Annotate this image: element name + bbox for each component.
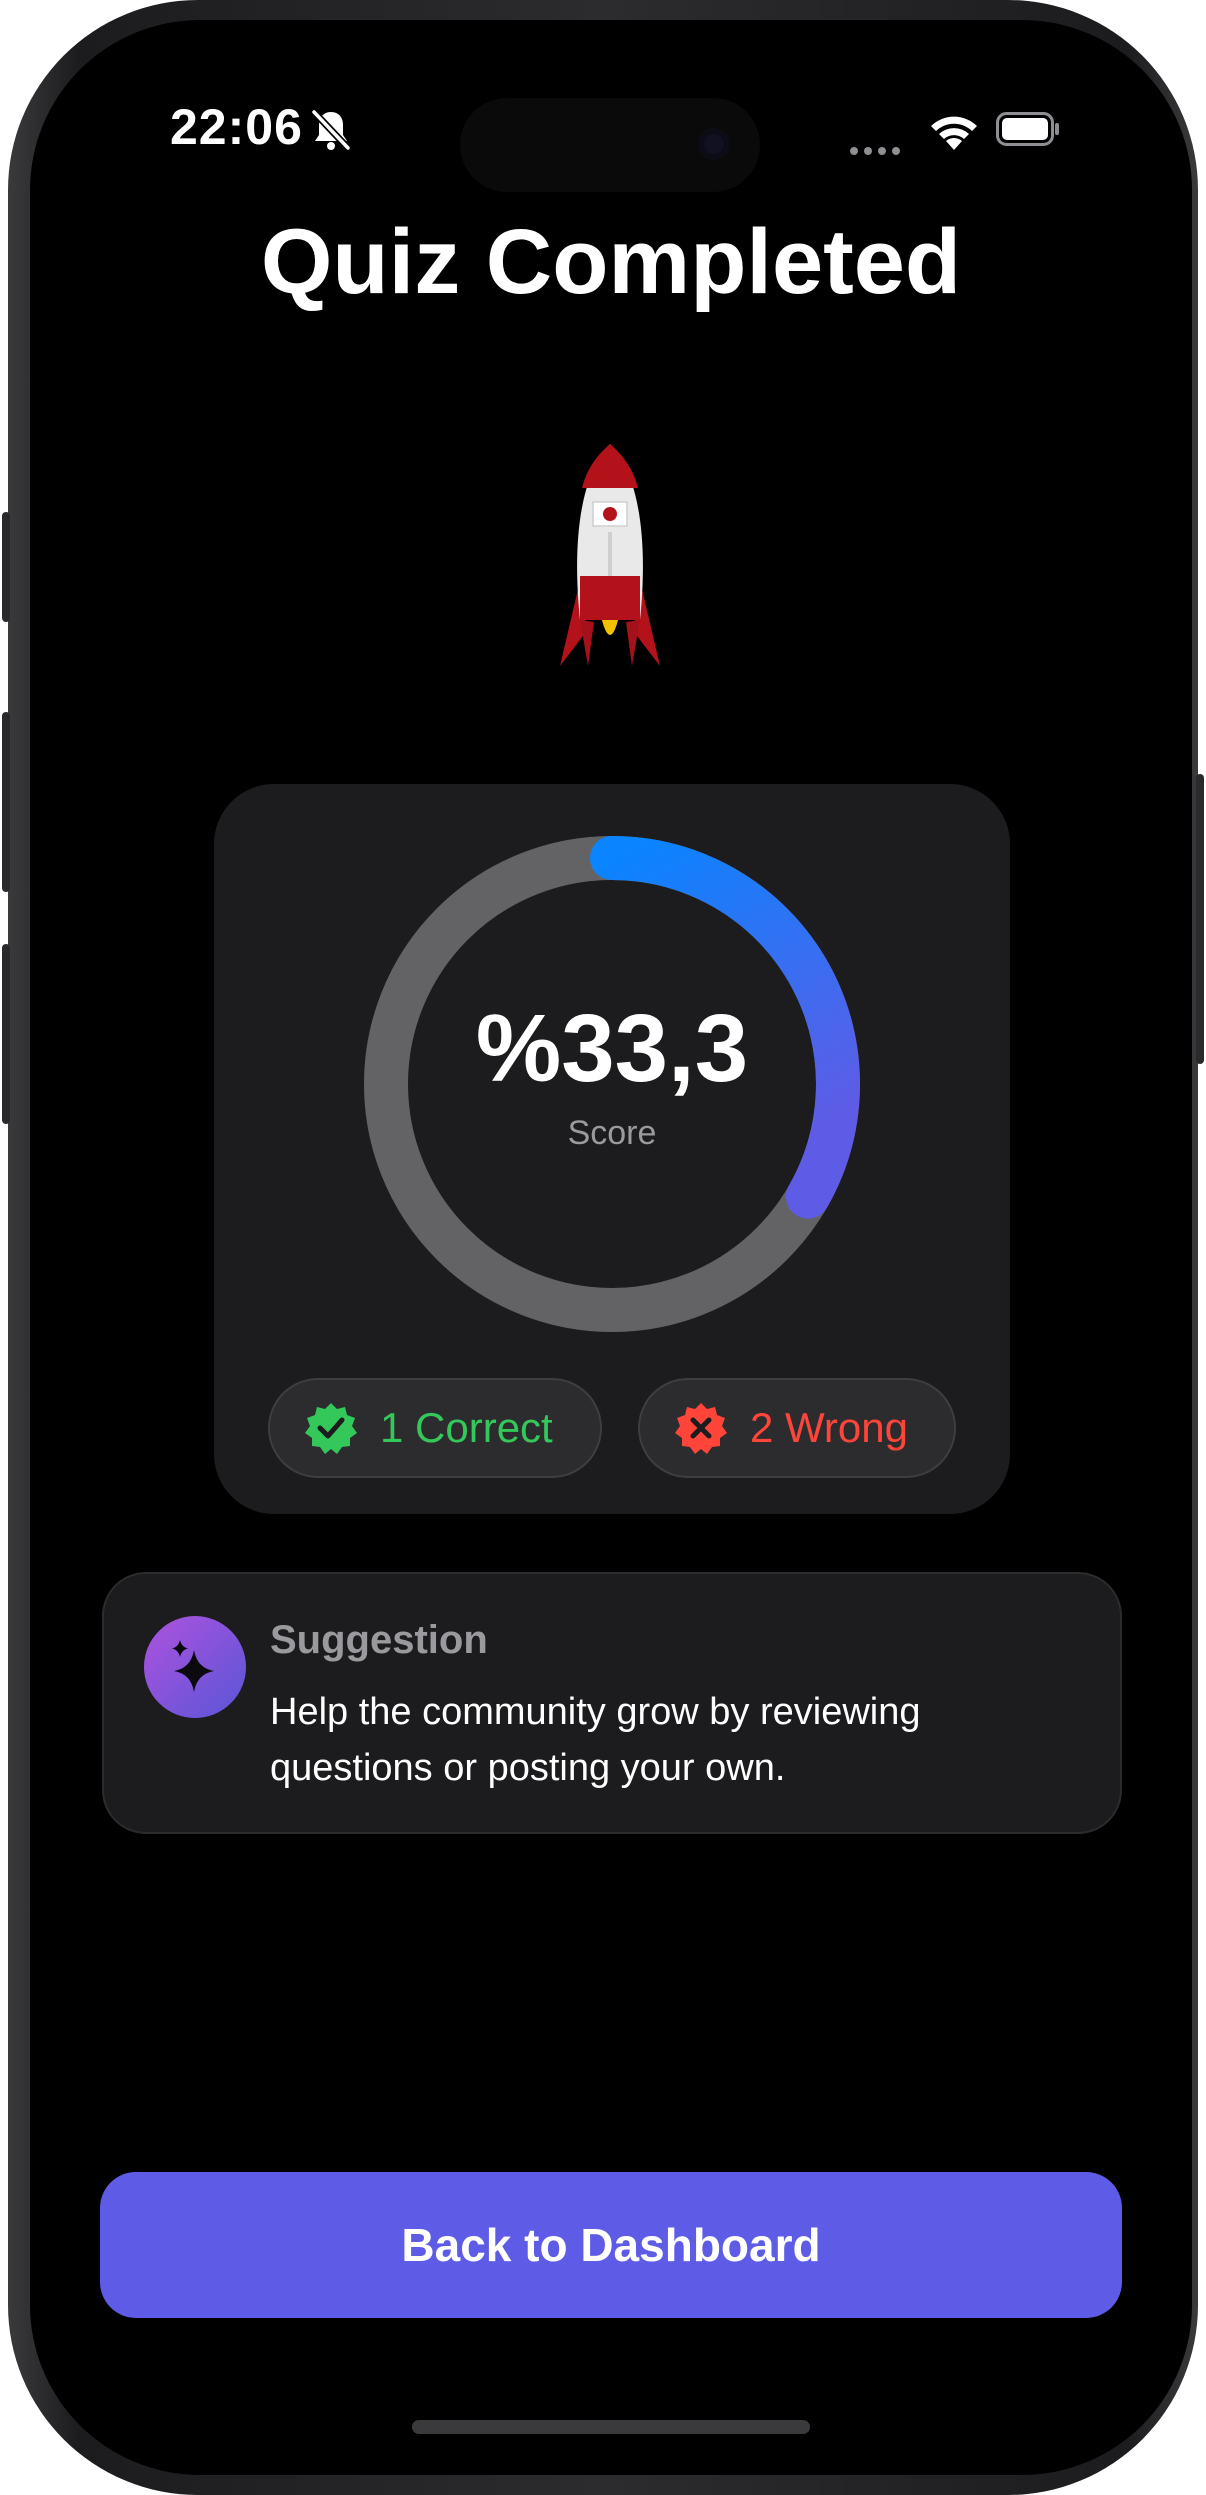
volume-down-button [2,944,10,1124]
suggestion-avatar [144,1616,246,1718]
cellular-dots-icon [850,142,906,160]
wrong-count-badge: 2 Wrong [638,1378,956,1478]
wrong-count-label: 2 Wrong [750,1404,908,1451]
front-camera [698,128,730,160]
side-power-button [1196,774,1204,1064]
phone-frame: 22:06 Quiz Completed %33,3 Score 1 Corre… [2,0,1204,2495]
checkmark-seal-icon [305,1403,357,1454]
dynamic-island [460,98,760,192]
rocket-icon [560,444,660,666]
xmark-seal-icon [675,1403,727,1454]
back-to-dashboard-button[interactable]: Back to Dashboard [100,2172,1122,2318]
screen: 22:06 Quiz Completed %33,3 Score 1 Corre… [30,20,1192,2475]
wifi-icon [931,116,977,150]
suggestion-body: Help the community grow by reviewing que… [270,1691,921,1789]
sparkles-icon [172,1640,214,1692]
score-card: %33,3 Score 1 Correct 2 Wrong [214,784,1010,1514]
volume-up-button [2,712,10,892]
correct-count-label: 1 Correct [380,1404,553,1451]
score-label: Score [567,1114,657,1152]
correct-count-badge: 1 Correct [268,1378,602,1478]
home-indicator[interactable] [412,2420,810,2434]
action-button [2,512,10,622]
battery-icon [996,112,1059,146]
score-value: %33,3 [475,995,749,1102]
bell-slash-icon [311,109,351,151]
suggestion-card: Suggestion Help the community grow by re… [102,1572,1122,1834]
page-title: Quiz Completed [260,211,962,313]
status-time: 22:06 [170,99,303,155]
suggestion-title: Suggestion [270,1618,488,1662]
